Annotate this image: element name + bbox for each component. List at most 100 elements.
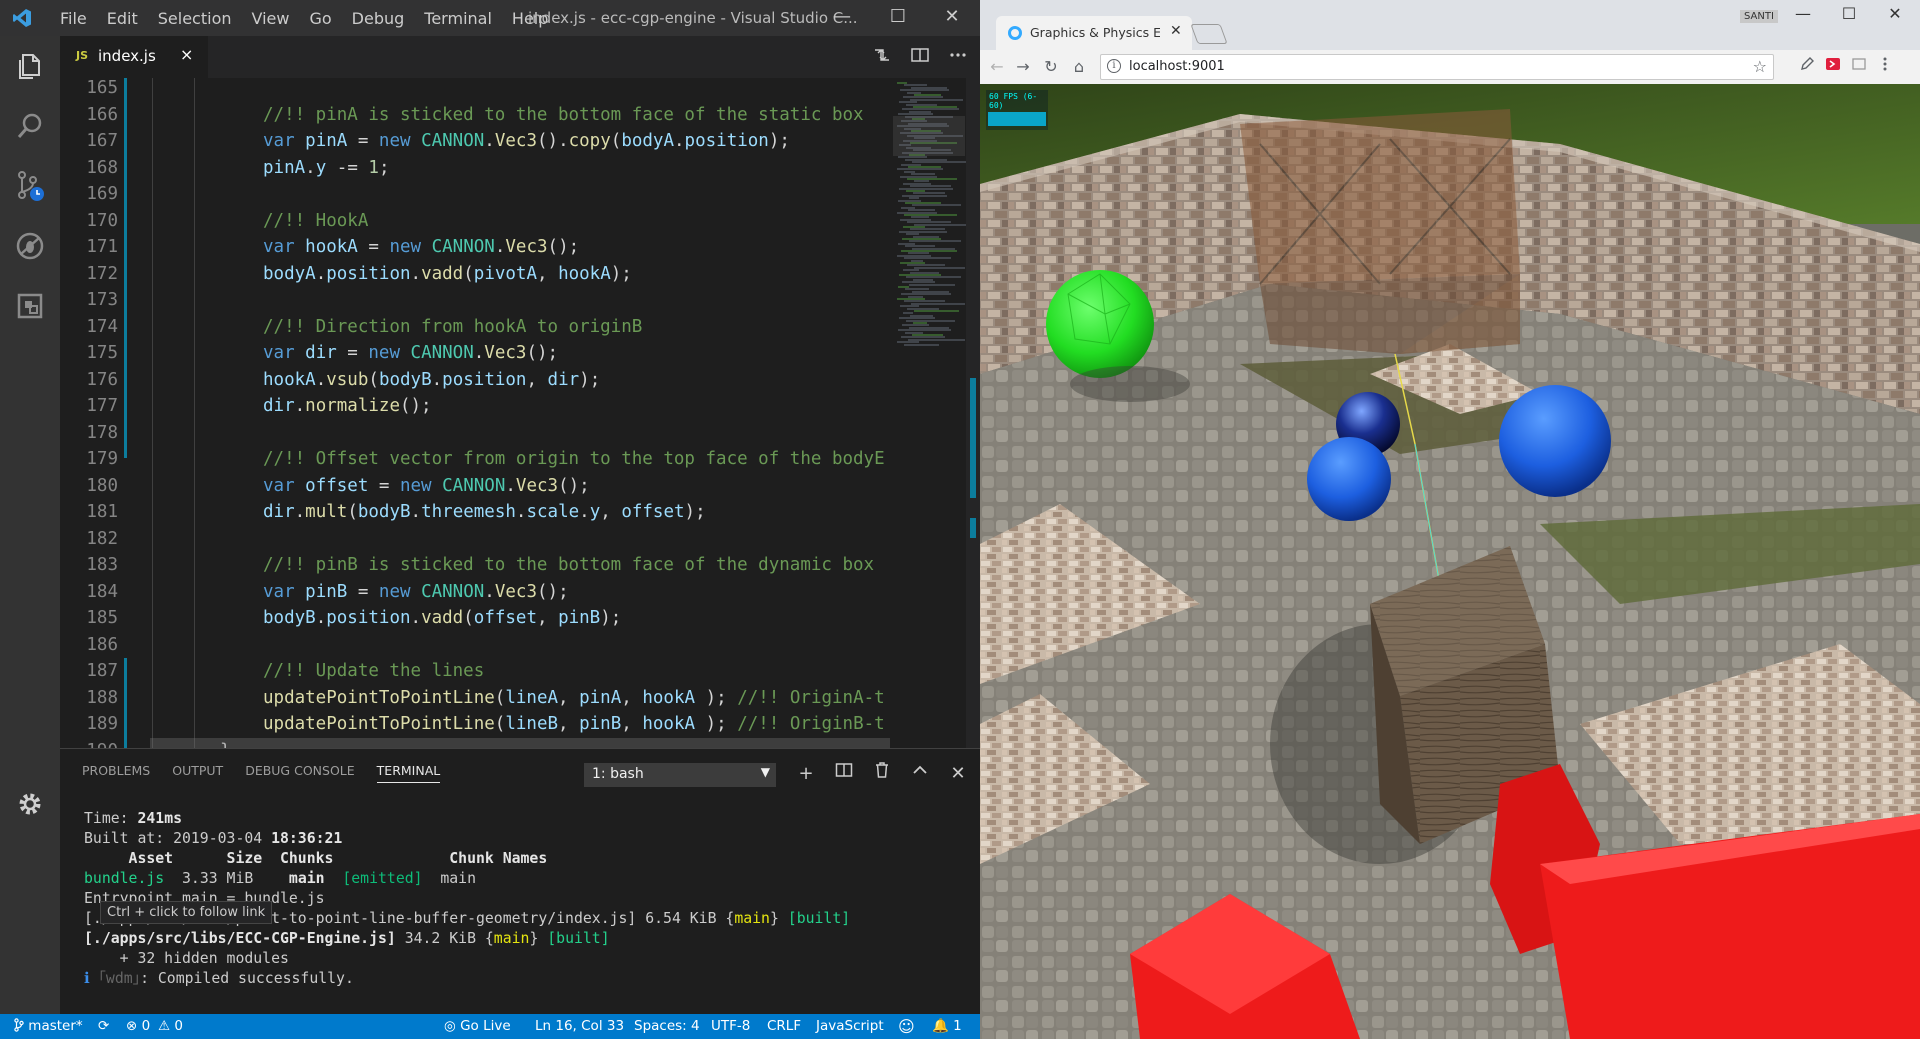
terminal-select[interactable]: 1: bash ▼ [584, 763, 776, 787]
split-terminal-icon[interactable] [832, 761, 856, 787]
source-control-icon[interactable] [0, 156, 60, 216]
code-line[interactable]: updatePointToPointLine(lineB, pinB, hook… [263, 711, 885, 738]
split-editor-icon[interactable] [908, 45, 932, 69]
indentation[interactable]: Spaces: 4 [634, 1014, 700, 1039]
debug-icon[interactable] [0, 216, 60, 276]
sync-icon[interactable]: ⟳ [98, 1014, 109, 1039]
home-icon[interactable]: ⌂ [1068, 56, 1090, 78]
code-token: bodyB [378, 369, 432, 390]
code-line[interactable]: var pinA = new CANNON.Vec3().copy(bodyA.… [263, 128, 790, 155]
open-changes-icon[interactable] [870, 45, 894, 69]
errors-count[interactable]: ⊗ 0 [126, 1014, 150, 1039]
address-bar[interactable]: i localhost:9001 ☆ [1100, 54, 1774, 80]
new-tab-button[interactable] [1190, 24, 1228, 44]
code-token: . [505, 475, 516, 496]
code-token: var [263, 131, 306, 151]
panel-tab-output[interactable]: OUTPUT [172, 763, 223, 783]
end-of-line[interactable]: CRLF [767, 1014, 801, 1039]
chrome-menu-icon[interactable] [1874, 56, 1896, 78]
browser-minimize-button[interactable]: — [1780, 4, 1826, 28]
new-terminal-icon[interactable]: + [794, 761, 818, 787]
horizontal-scrollbar[interactable] [150, 738, 890, 748]
explorer-icon[interactable] [0, 36, 60, 96]
notifications-bell-icon[interactable]: 🔔 1 [932, 1014, 962, 1039]
panel-tab-terminal[interactable]: TERMINAL [376, 763, 441, 783]
webgl-viewport[interactable]: 60 FPS (6-60) [980, 84, 1920, 1039]
maximize-panel-icon[interactable] [908, 761, 932, 787]
code-area[interactable]: //!! pinA is sticked to the bottom face … [150, 78, 950, 748]
minimap-slider[interactable] [893, 116, 965, 156]
menu-terminal[interactable]: Terminal [414, 9, 502, 28]
code-line[interactable]: bodyA.position.vadd(pivotA, hookA); [263, 261, 632, 288]
profile-badge[interactable]: SANTI [1740, 10, 1778, 23]
code-line[interactable]: hookA.vsub(bodyB.position, dir); [263, 367, 600, 394]
code-line[interactable]: dir.normalize(); [263, 393, 432, 420]
warnings-count[interactable]: ⚠ 0 [158, 1014, 183, 1039]
panel-tab-debug-console[interactable]: DEBUG CONSOLE [245, 763, 354, 783]
close-panel-icon[interactable]: ✕ [946, 761, 970, 787]
red-extension-icon[interactable] [1822, 56, 1844, 78]
settings-gear-icon[interactable] [0, 774, 60, 834]
chevron-down-icon: ▼ [760, 765, 770, 779]
forward-icon[interactable]: → [1012, 56, 1034, 78]
menu-debug[interactable]: Debug [342, 9, 415, 28]
code-line[interactable]: var pinB = new CANNON.Vec3(); [263, 579, 569, 606]
code-token: = [336, 343, 369, 363]
fps-stats-panel[interactable]: 60 FPS (6-60) [986, 90, 1048, 130]
minimap[interactable] [893, 78, 971, 748]
cast-extension-icon[interactable] [1848, 56, 1870, 78]
code-line[interactable]: //!! Offset vector from origin to the to… [263, 446, 885, 473]
code-line[interactable]: //!! Update the lines [263, 658, 484, 685]
code-line[interactable]: dir.mult(bodyB.threemesh.scale.y, offset… [263, 499, 706, 526]
extensions-icon[interactable] [0, 276, 60, 336]
close-browser-tab-icon[interactable]: ✕ [1170, 23, 1182, 39]
line-number: 186 [86, 634, 118, 655]
menu-selection[interactable]: Selection [148, 9, 242, 28]
bookmark-star-icon[interactable]: ☆ [1753, 57, 1767, 76]
back-icon[interactable]: ← [986, 56, 1008, 78]
code-token: , [558, 714, 580, 734]
go-live-button[interactable]: ◎ Go Live [444, 1014, 511, 1039]
menu-go[interactable]: Go [299, 9, 341, 28]
language-mode[interactable]: JavaScript [816, 1014, 884, 1039]
code-line[interactable]: //!! Direction from hookA to originB [263, 314, 642, 341]
code-line[interactable]: var hookA = new CANNON.Vec3(); [263, 234, 579, 261]
code-token: mult [305, 502, 348, 522]
tab-index-js[interactable]: JS index.js × [60, 36, 208, 78]
code-token: scale [526, 502, 580, 522]
code-line[interactable]: var offset = new CANNON.Vec3(); [263, 473, 590, 500]
search-icon[interactable] [0, 96, 60, 156]
code-line[interactable]: //!! HookA [263, 208, 368, 235]
browser-close-button[interactable]: ✕ [1872, 4, 1918, 28]
feedback-smiley-icon[interactable]: ☺ [898, 1014, 915, 1039]
menu-edit[interactable]: Edit [97, 9, 148, 28]
code-line[interactable]: pinA.y -= 1; [263, 155, 390, 182]
kill-terminal-icon[interactable] [870, 761, 894, 787]
code-line[interactable]: bodyB.position.vadd(offset, pinB); [263, 605, 621, 632]
minimize-button[interactable]: — [814, 0, 870, 36]
git-branch[interactable]: master* [14, 1014, 83, 1039]
vertical-scrollbar[interactable] [966, 78, 980, 748]
maximize-button[interactable]: ☐ [870, 0, 926, 36]
browser-maximize-button[interactable]: ☐ [1826, 4, 1872, 28]
code-token: (); [399, 396, 432, 416]
cursor-position[interactable]: Ln 16, Col 33 [535, 1014, 624, 1039]
menu-view[interactable]: View [242, 9, 300, 28]
close-window-button[interactable]: ✕ [924, 0, 980, 36]
pen-extension-icon[interactable] [1796, 56, 1818, 78]
code-line[interactable]: updatePointToPointLine(lineA, pinA, hook… [263, 685, 885, 712]
panel-tab-problems[interactable]: PROBLEMS [82, 763, 150, 783]
code-editor[interactable]: 165 166 167 168 169 170 171 172 173 174 175 176 177 1… [60, 78, 980, 748]
browser-tab[interactable]: Graphics & Physics Engin ✕ [996, 16, 1192, 50]
code-line[interactable]: var dir = new CANNON.Vec3(); [263, 340, 558, 367]
menu-file[interactable]: File [50, 9, 97, 28]
code-token: Vec3 [494, 131, 537, 151]
site-info-icon[interactable]: i [1107, 59, 1121, 73]
code-line[interactable]: //!! pinB is sticked to the bottom face … [263, 552, 874, 579]
encoding[interactable]: UTF-8 [711, 1014, 750, 1039]
line-number: 187 [86, 661, 118, 681]
more-actions-icon[interactable] [946, 45, 970, 69]
code-line[interactable]: //!! pinA is sticked to the bottom face … [263, 102, 864, 129]
reload-icon[interactable]: ↻ [1040, 56, 1062, 78]
close-tab-icon[interactable]: × [180, 45, 193, 64]
